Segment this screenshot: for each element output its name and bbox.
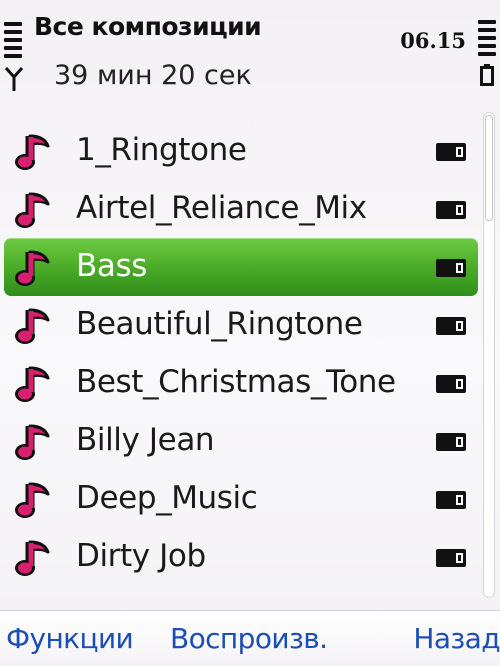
total-duration: 39 мин 20 сек [54,60,252,91]
memory-card-icon [436,433,466,451]
music-note-icon [15,540,50,576]
track-list-item[interactable]: Beautiful_Ringtone [0,296,478,354]
softkey-bar: Функции Воспроизв. Назад [0,610,500,666]
track-title: Deep_Music [76,480,258,516]
clock: 06.15 [400,28,466,53]
track-title: Billy Jean [76,422,215,458]
track-list[interactable]: 1_Ringtone Airtel_Reliance_Mix Bass Beautif… [0,122,478,602]
music-note-icon [15,366,50,402]
memory-card-icon [436,375,466,393]
track-title: Airtel_Reliance_Mix [76,190,367,226]
signal-strength-icon [4,22,22,62]
battery-level-icon [478,20,496,60]
status-header: Все композиции 39 мин 20 сек 06.15 [0,0,500,112]
track-title: Best_Christmas_Tone [76,364,396,400]
music-note-icon [15,308,50,344]
memory-card-icon [436,201,466,219]
memory-card-icon [436,549,466,567]
track-title: Dirty Job [76,538,206,574]
track-list-item[interactable]: Airtel_Reliance_Mix [0,180,478,238]
track-list-item[interactable]: Best_Christmas_Tone [0,354,478,412]
memory-card-icon [436,143,466,161]
track-title: 1_Ringtone [76,132,247,168]
music-note-icon [15,482,50,518]
antenna-icon [4,67,24,91]
track-title: Beautiful_Ringtone [76,306,363,342]
page-title: Все композиции [34,12,262,41]
battery-icon [480,64,494,86]
track-list-item[interactable]: Deep_Music [0,470,478,528]
memory-card-icon [436,259,466,277]
back-softkey[interactable]: Назад [413,621,500,657]
play-softkey[interactable]: Воспроизв. [170,621,328,657]
track-list-item[interactable]: 1_Ringtone [0,122,478,180]
track-title: Bass [76,248,147,284]
options-softkey[interactable]: Функции [6,621,134,657]
music-note-icon [15,134,50,170]
track-list-item[interactable]: Bass [4,238,478,296]
music-note-icon [15,192,50,228]
track-list-item[interactable]: Dirty Job [0,528,478,586]
scrollbar[interactable] [483,112,495,598]
memory-card-icon [436,491,466,509]
scrollbar-thumb[interactable] [485,115,493,221]
track-list-item[interactable]: Billy Jean [0,412,478,470]
memory-card-icon [436,317,466,335]
music-note-icon [15,424,50,460]
music-note-icon [15,250,50,286]
